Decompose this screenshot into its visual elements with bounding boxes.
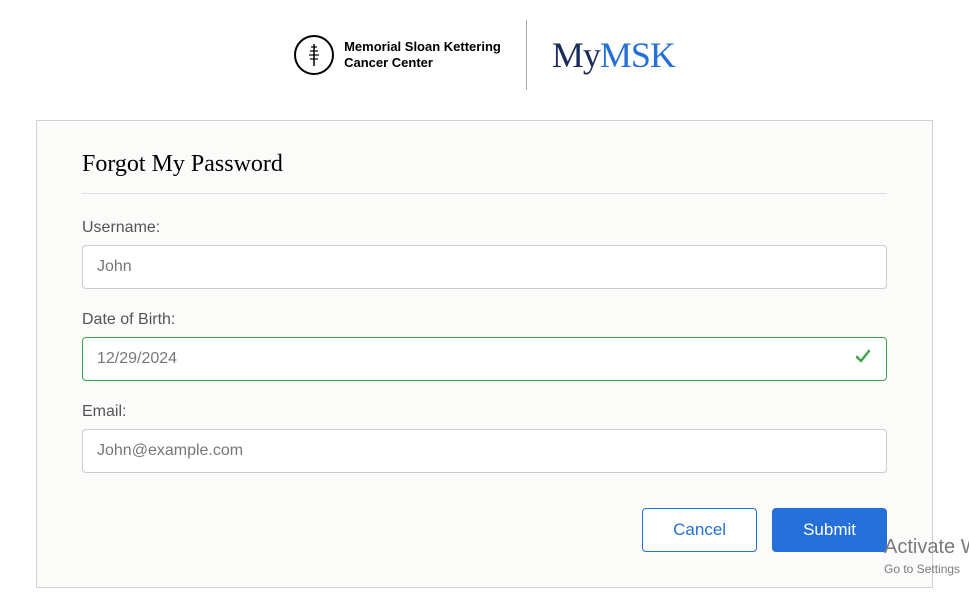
- username-input[interactable]: [82, 245, 887, 289]
- card-title: Forgot My Password: [82, 151, 887, 178]
- page-header: Memorial Sloan Kettering Cancer Center M…: [0, 0, 969, 120]
- dob-input[interactable]: [82, 337, 887, 381]
- cancel-button[interactable]: Cancel: [642, 508, 757, 552]
- msk-logo-icon: [294, 35, 334, 75]
- org-name: Memorial Sloan Kettering Cancer Center: [344, 39, 501, 70]
- windows-watermark: Activate Windows Go to Settings: [884, 533, 969, 578]
- dob-input-wrap: [82, 337, 887, 381]
- org-name-line1: Memorial Sloan Kettering: [344, 39, 501, 55]
- dob-group: Date of Birth:: [82, 311, 887, 381]
- username-label: Username:: [82, 219, 887, 237]
- watermark-line1: Activate Windows: [884, 533, 969, 561]
- watermark-line2: Go to Settings: [884, 561, 969, 578]
- org-logo-block: Memorial Sloan Kettering Cancer Center: [294, 35, 526, 75]
- brand-msk: MSK: [600, 35, 675, 75]
- email-group: Email:: [82, 403, 887, 473]
- dob-label: Date of Birth:: [82, 311, 887, 329]
- check-icon: [853, 346, 873, 372]
- email-label: Email:: [82, 403, 887, 421]
- tree-icon: [306, 42, 322, 68]
- submit-button[interactable]: Submit: [772, 508, 887, 552]
- forgot-password-card: Forgot My Password Username: Date of Bir…: [36, 120, 933, 588]
- button-row: Cancel Submit: [82, 508, 887, 552]
- email-input[interactable]: [82, 429, 887, 473]
- username-group: Username:: [82, 219, 887, 289]
- header-divider: [526, 20, 527, 90]
- brand-my: My: [552, 35, 600, 75]
- org-name-line2: Cancer Center: [344, 55, 501, 71]
- title-divider: [82, 193, 887, 194]
- brand-logo: MyMSK: [552, 34, 675, 76]
